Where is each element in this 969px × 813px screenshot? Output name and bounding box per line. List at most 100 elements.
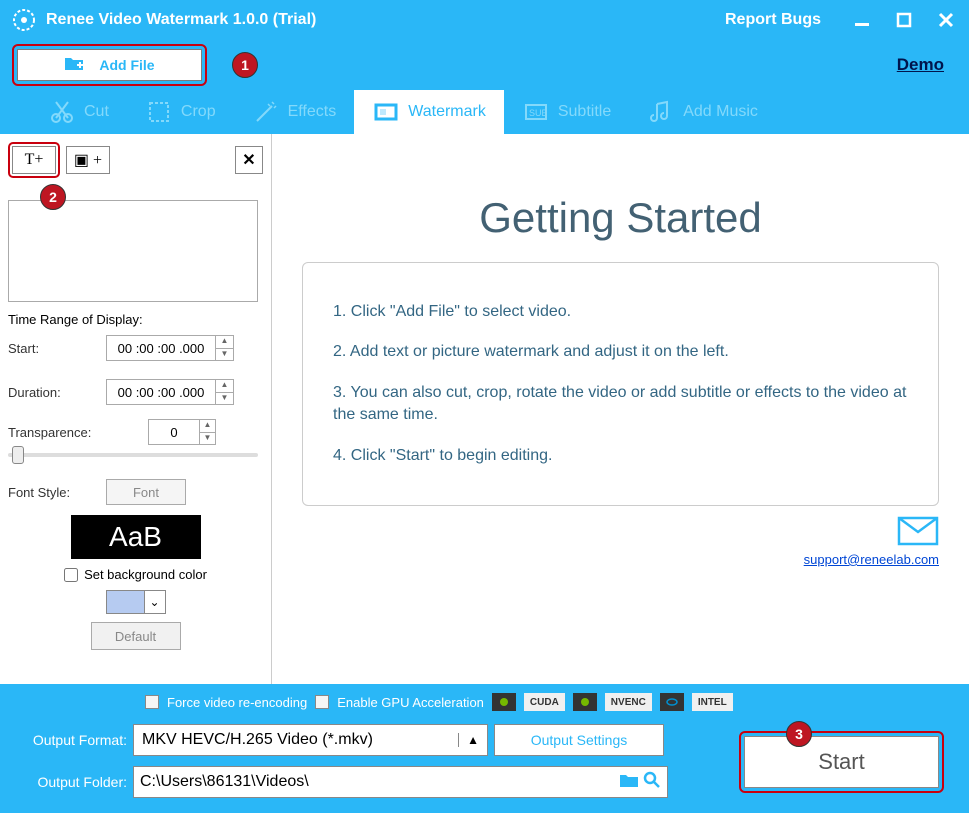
watermark-preview-box[interactable] xyxy=(8,200,258,302)
add-image-watermark-button[interactable]: ▣ + xyxy=(66,146,110,174)
start-highlight: 3 Start xyxy=(739,731,944,793)
transparence-label: Transparence: xyxy=(8,425,148,440)
subtitle-icon: SUB xyxy=(522,98,550,126)
watermark-panel: T+ ▣ + ✕ 2 Time Range of Display: Start:… xyxy=(0,134,272,684)
force-reencode-label: Force video re-encoding xyxy=(167,695,307,710)
bottom-bar: Force video re-encoding Enable GPU Accel… xyxy=(0,684,969,813)
output-format-value: MKV HEVC/H.265 Video (*.mkv) xyxy=(142,731,373,749)
transparence-slider[interactable] xyxy=(8,453,258,457)
duration-label: Duration: xyxy=(8,385,106,400)
start-time-spinner[interactable]: ▲▼ xyxy=(106,335,234,361)
content-area: T+ ▣ + ✕ 2 Time Range of Display: Start:… xyxy=(0,134,969,684)
demo-link[interactable]: Demo xyxy=(897,55,944,75)
gs-step4: 4. Click "Start" to begin editing. xyxy=(333,445,908,467)
window-controls xyxy=(851,9,957,31)
tab-watermark[interactable]: Watermark xyxy=(354,90,504,134)
gpu-accel-checkbox[interactable] xyxy=(315,695,329,709)
tab-effects-label: Effects xyxy=(288,103,337,121)
time-range-label: Time Range of Display: xyxy=(8,312,263,327)
bg-color-swatch xyxy=(107,591,145,613)
app-logo-icon xyxy=(12,8,36,32)
start-label: Start: xyxy=(8,341,106,356)
transparence-input[interactable] xyxy=(149,420,199,444)
envelope-icon xyxy=(897,516,939,551)
gs-step3: 3. You can also cut, crop, rotate the vi… xyxy=(333,382,908,427)
app-title: Renee Video Watermark 1.0.0 (Trial) xyxy=(46,11,725,29)
add-file-highlight: Add File xyxy=(12,44,207,86)
watermark-icon xyxy=(372,98,400,126)
app-window: Renee Video Watermark 1.0.0 (Trial) Repo… xyxy=(0,0,969,813)
minimize-button[interactable] xyxy=(851,9,873,31)
report-bugs-link[interactable]: Report Bugs xyxy=(725,11,821,29)
trans-down[interactable]: ▼ xyxy=(200,433,215,445)
font-preview: AaB xyxy=(71,515,201,559)
folder-open-icon[interactable] xyxy=(619,772,639,793)
tab-cut[interactable]: Cut xyxy=(30,90,127,134)
duration-spinner[interactable]: ▲▼ xyxy=(106,379,234,405)
callout-badge-2: 2 xyxy=(40,184,66,210)
callout-badge-1: 1 xyxy=(232,52,258,78)
gpu-accel-label: Enable GPU Acceleration xyxy=(337,695,484,710)
transparence-spinner[interactable]: ▲▼ xyxy=(148,419,216,445)
default-button[interactable]: Default xyxy=(91,622,181,650)
intel-badge: INTEL xyxy=(692,693,733,711)
tab-addmusic-label: Add Music xyxy=(683,103,758,121)
tab-effects[interactable]: Effects xyxy=(234,90,355,134)
duration-down[interactable]: ▼ xyxy=(216,393,233,405)
encoding-options-row: Force video re-encoding Enable GPU Accel… xyxy=(145,690,954,714)
toolbar-row: Add File 1 Demo xyxy=(0,40,969,90)
nvidia-icon xyxy=(492,693,516,711)
music-icon xyxy=(647,98,675,126)
scissors-icon xyxy=(48,98,76,126)
remove-watermark-button[interactable]: ✕ xyxy=(235,146,263,174)
start-down[interactable]: ▼ xyxy=(216,349,233,361)
cuda-badge: CUDA xyxy=(524,693,565,711)
output-format-select[interactable]: MKV HEVC/H.265 Video (*.mkv) ▲ xyxy=(133,724,488,756)
add-file-label: Add File xyxy=(99,57,154,73)
start-button[interactable]: Start xyxy=(744,736,939,788)
duration-up[interactable]: ▲ xyxy=(216,380,233,393)
chevron-down-icon: ⌄ xyxy=(145,591,165,613)
output-format-label: Output Format: xyxy=(15,732,127,748)
tab-crop-label: Crop xyxy=(181,103,216,121)
font-style-label: Font Style: xyxy=(8,485,106,500)
tab-subtitle-label: Subtitle xyxy=(558,103,611,121)
force-reencode-checkbox[interactable] xyxy=(145,695,159,709)
titlebar: Renee Video Watermark 1.0.0 (Trial) Repo… xyxy=(0,0,969,40)
add-text-watermark-button[interactable]: T+ xyxy=(12,146,56,174)
support-block: support@reneelab.com xyxy=(302,516,939,569)
start-up[interactable]: ▲ xyxy=(216,336,233,349)
font-button[interactable]: Font xyxy=(106,479,186,505)
transparence-slider-thumb[interactable] xyxy=(12,446,24,464)
add-file-icon xyxy=(64,55,84,76)
output-folder-label: Output Folder: xyxy=(15,774,127,790)
start-time-input[interactable] xyxy=(107,336,215,360)
search-icon[interactable] xyxy=(643,771,661,794)
intel-icon xyxy=(660,693,684,711)
tab-bar: Cut Crop Effects Watermark SUB Subtitle … xyxy=(0,90,969,134)
tab-addmusic[interactable]: Add Music xyxy=(629,90,776,134)
output-settings-button[interactable]: Output Settings xyxy=(494,724,664,756)
output-folder-field[interactable] xyxy=(133,766,668,798)
gs-step1: 1. Click "Add File" to select video. xyxy=(333,301,908,323)
support-email-link[interactable]: support@reneelab.com xyxy=(804,552,939,567)
getting-started-title: Getting Started xyxy=(302,194,939,242)
tab-crop[interactable]: Crop xyxy=(127,90,234,134)
add-text-highlight: T+ xyxy=(8,142,60,178)
getting-started-box: 1. Click "Add File" to select video. 2. … xyxy=(302,262,939,506)
nvenc-badge: NVENC xyxy=(605,693,652,711)
svg-text:SUB: SUB xyxy=(529,108,548,118)
bg-color-label: Set background color xyxy=(84,567,207,582)
output-folder-input[interactable] xyxy=(140,773,615,791)
tab-subtitle[interactable]: SUB Subtitle xyxy=(504,90,629,134)
bg-color-selector[interactable]: ⌄ xyxy=(106,590,166,614)
tab-cut-label: Cut xyxy=(84,103,109,121)
close-button[interactable] xyxy=(935,9,957,31)
trans-up[interactable]: ▲ xyxy=(200,420,215,433)
duration-input[interactable] xyxy=(107,380,215,404)
wand-icon xyxy=(252,98,280,126)
bg-color-checkbox[interactable] xyxy=(64,568,78,582)
crop-icon xyxy=(145,98,173,126)
add-file-button[interactable]: Add File xyxy=(17,49,202,81)
maximize-button[interactable] xyxy=(893,9,915,31)
